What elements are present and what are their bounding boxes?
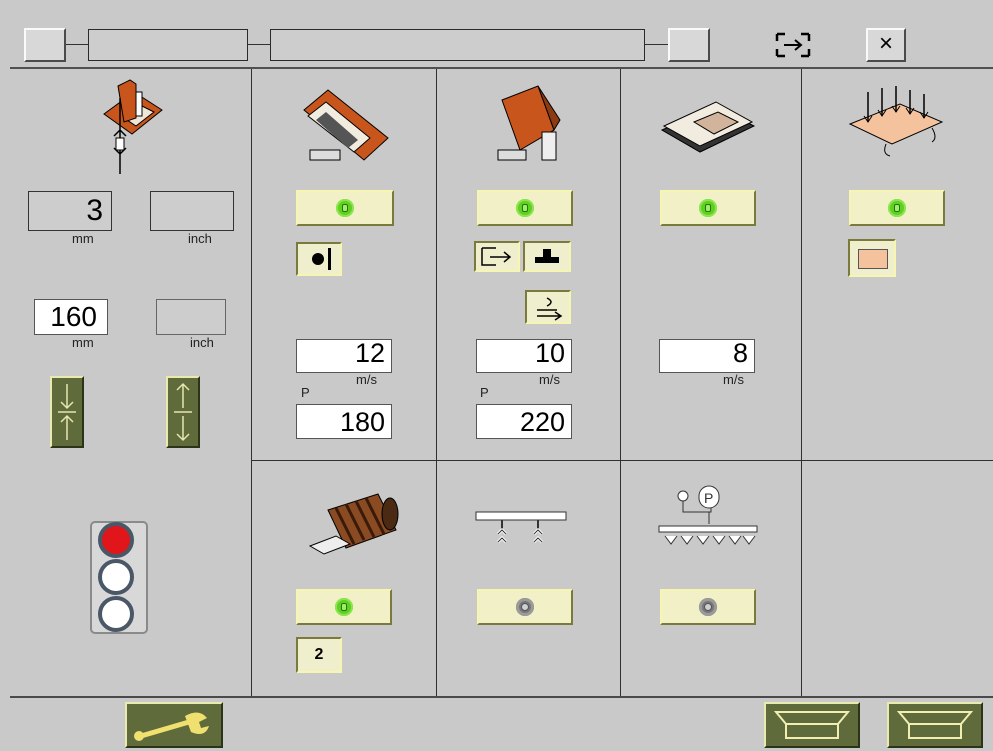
oscillation-icon — [537, 297, 563, 321]
belt-1-power-button[interactable] — [296, 190, 394, 226]
traffic-light — [89, 520, 149, 635]
width-mm-input[interactable]: 160 — [34, 299, 108, 335]
belt-sander-1-icon — [296, 80, 396, 168]
belt-1-pressure-input[interactable]: 180 — [296, 404, 392, 439]
pressure-table-swatch-button[interactable] — [848, 239, 896, 277]
brush-count-button[interactable]: 2 — [296, 637, 342, 673]
power-on-indicator-icon — [335, 598, 353, 616]
belt-2-oscillation-button[interactable] — [525, 290, 571, 324]
width-inch-unit: inch — [190, 335, 214, 350]
belt-2-feed-direction-button[interactable] — [474, 241, 520, 272]
belt-sander-2-icon — [490, 80, 570, 170]
title-field-left — [88, 29, 248, 61]
close-icon: × — [878, 30, 893, 57]
pad-sander-icon — [658, 98, 758, 164]
belt-2-speed-input[interactable]: 10 — [476, 339, 572, 373]
panel-thickness-tool-icon — [96, 78, 166, 178]
previous-screen-button[interactable] — [764, 702, 860, 748]
blower-nozzles-icon — [472, 504, 572, 560]
pad-power-button[interactable] — [660, 190, 756, 226]
pad-speed-unit: m/s — [723, 372, 744, 387]
close-gap-button[interactable] — [50, 376, 84, 448]
thickness-inch-input[interactable] — [150, 191, 234, 231]
brush-roller-icon — [306, 492, 402, 562]
tray-icon — [896, 711, 974, 739]
close-button[interactable]: × — [866, 28, 906, 62]
service-tools-button[interactable] — [125, 702, 223, 748]
power-on-indicator-icon — [336, 199, 354, 217]
width-inch-input[interactable] — [156, 299, 226, 335]
power-on-indicator-icon — [516, 199, 534, 217]
belt-2-pressure-label: P — [480, 385, 489, 400]
title-field-right — [270, 29, 645, 61]
spray-power-button[interactable] — [660, 589, 756, 625]
svg-text:P: P — [704, 490, 713, 506]
press-icon — [535, 249, 559, 263]
belt-1-mode-button[interactable] — [296, 242, 342, 276]
traffic-light-red — [98, 522, 134, 558]
thickness-mm-input[interactable]: 3 — [28, 191, 112, 231]
belt-1-speed-input[interactable]: 12 — [296, 339, 392, 373]
wrench-icon — [134, 712, 209, 741]
transfer-arrows-icon[interactable] — [773, 30, 813, 60]
belt-1-pressure-label: P — [301, 385, 310, 400]
pressure-table-icon — [846, 82, 946, 162]
open-gap-button[interactable] — [166, 376, 200, 448]
traffic-light-yellow — [98, 559, 134, 595]
width-mm-unit: mm — [72, 335, 94, 350]
dot-icon — [312, 253, 324, 265]
belt-2-speed-unit: m/s — [539, 372, 560, 387]
thickness-mm-unit: mm — [72, 231, 94, 246]
belt-1-speed-unit: m/s — [356, 372, 377, 387]
tray-icon — [773, 711, 851, 739]
pressure-table-power-button[interactable] — [849, 190, 945, 226]
next-screen-button[interactable] — [887, 702, 983, 748]
belt-2-power-button[interactable] — [477, 190, 573, 226]
window-menu-button[interactable] — [24, 28, 66, 62]
arrows-outward-icon — [174, 382, 192, 442]
power-off-indicator-icon — [699, 598, 717, 616]
traffic-light-green — [98, 596, 134, 632]
power-on-indicator-icon — [699, 199, 717, 217]
power-on-indicator-icon — [888, 199, 906, 217]
belt-2-press-button[interactable] — [523, 241, 571, 272]
color-swatch — [858, 249, 888, 269]
pad-speed-input[interactable]: 8 — [659, 339, 755, 373]
pneumatic-spray-icon: P — [655, 484, 761, 564]
power-off-indicator-icon — [516, 598, 534, 616]
thickness-inch-unit: inch — [188, 231, 212, 246]
arrows-inward-icon — [58, 384, 76, 440]
blower-power-button[interactable] — [477, 589, 573, 625]
feed-arrow-icon — [481, 247, 512, 266]
maximize-button[interactable] — [668, 28, 710, 62]
belt-2-pressure-input[interactable]: 220 — [476, 404, 572, 439]
brush-power-button[interactable] — [296, 589, 392, 625]
